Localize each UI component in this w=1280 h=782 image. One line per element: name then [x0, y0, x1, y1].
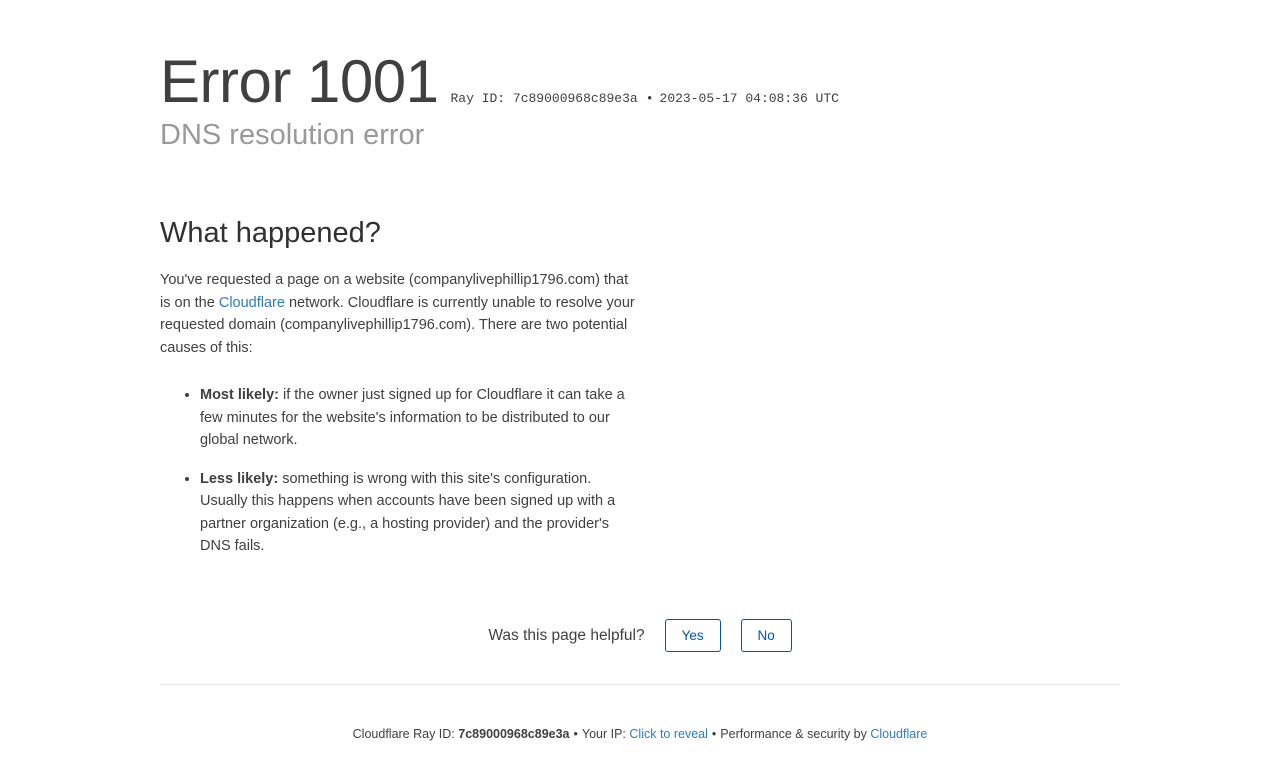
footer-divider: [160, 684, 1120, 685]
cause-item-less-likely: Less likely: something is wrong with thi…: [200, 468, 640, 558]
feedback-no-button[interactable]: No: [740, 619, 792, 652]
error-page: Error 1001 Ray ID: 7c89000968c89e3a • 2023…: [0, 0, 1280, 782]
cause-label: Less likely:: [200, 470, 279, 487]
footer-separator: •: [711, 727, 717, 741]
error-timestamp: 2023-05-17 04:08:36 UTC: [659, 91, 839, 106]
footer-perf-prefix: Performance & security by: [720, 727, 871, 741]
what-happened-heading: What happened?: [160, 217, 381, 249]
feedback-yes-button[interactable]: Yes: [664, 619, 721, 652]
footer-separator: •: [573, 727, 578, 741]
causes-list: Most likely: if the owner just signed up…: [160, 384, 640, 558]
cloudflare-link[interactable]: Cloudflare: [219, 295, 285, 311]
reveal-ip-link[interactable]: Click to reveal: [629, 727, 708, 741]
feedback-question: Was this page helpful?: [488, 626, 645, 644]
error-subtitle: DNS resolution error: [160, 119, 425, 151]
cause-item-most-likely: Most likely: if the owner just signed up…: [200, 384, 640, 452]
feedback-bar: Was this page helpful? Yes No: [0, 619, 1280, 652]
footer-ip-prefix: Your IP:: [581, 727, 630, 741]
title-row: Error 1001 Ray ID: 7c89000968c89e3a • 2023…: [160, 48, 1120, 116]
footer-ray-prefix: Cloudflare Ray ID:: [352, 727, 459, 741]
ray-id-label: Ray ID: 7c89000968c89e3a: [450, 91, 638, 106]
meta-separator: •: [645, 91, 654, 106]
error-header: Error 1001 Ray ID: 7c89000968c89e3a • 2023…: [160, 48, 1120, 152]
footer-ray-id: 7c89000968c89e3a: [458, 727, 570, 741]
what-happened-section: What happened? You've requested a page o…: [160, 213, 640, 574]
error-code-title: Error 1001: [160, 48, 439, 115]
ray-meta: Ray ID: 7c89000968c89e3a • 2023-05-17 04:0…: [450, 91, 838, 106]
footer-cloudflare-link[interactable]: Cloudflare: [870, 727, 927, 741]
cause-label: Most likely:: [200, 387, 279, 403]
footer: Cloudflare Ray ID: 7c89000968c89e3a • Your…: [0, 725, 1280, 743]
what-happened-paragraph: You've requested a page on a website (co…: [160, 269, 640, 359]
